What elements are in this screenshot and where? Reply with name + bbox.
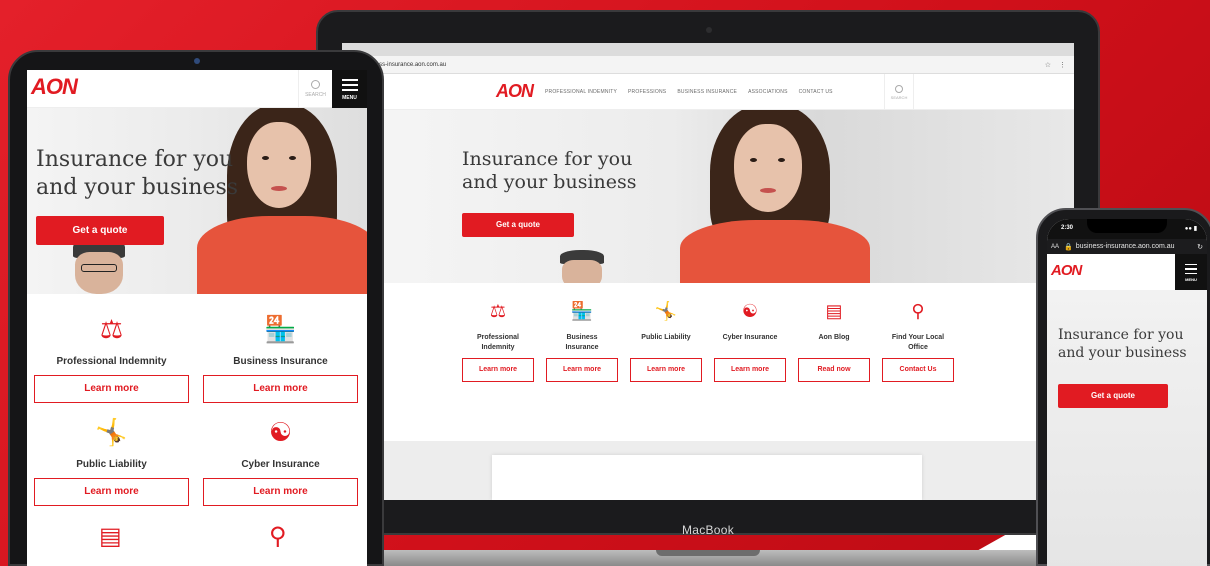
storefront-icon: 🏪 bbox=[264, 314, 297, 344]
search-label: SEARCH bbox=[305, 92, 326, 98]
learn-more-cyber-insurance[interactable]: Learn more bbox=[203, 478, 358, 506]
gavel-document-icon: ⚖ bbox=[99, 314, 124, 344]
feature-grid: ⚖ Professional Indemnity Learn more 🏪 Bus… bbox=[342, 283, 1074, 453]
tablet-header: AON SEARCH MENU bbox=[27, 70, 367, 108]
chat-bubble-icon: ▤ bbox=[825, 301, 843, 321]
laptop-notch bbox=[656, 550, 760, 556]
menu-button[interactable]: MENU bbox=[332, 70, 367, 108]
text-size-button[interactable]: AA bbox=[1051, 244, 1059, 250]
hero-title: Insurance for you and your business bbox=[462, 148, 637, 193]
site-header: AON PROFESSIONAL INDEMNITY PROFESSIONS B… bbox=[342, 74, 1074, 110]
gavel-document-icon: ⚖ bbox=[489, 301, 507, 321]
hero-title: Insurance for you and your business bbox=[36, 147, 239, 200]
nav-associations[interactable]: ASSOCIATIONS bbox=[748, 89, 788, 95]
learn-more-cyber-insurance[interactable]: Learn more bbox=[714, 358, 786, 382]
phone-device: 2:30 ●● ▮ AA 🔒 business-insurance.aon.co… bbox=[1036, 208, 1210, 566]
circuit-icon: ☯ bbox=[268, 417, 293, 447]
hero-man-photo bbox=[67, 238, 131, 294]
laptop-device: 🔒 business-insurance.aon.com.au ☆ ⋮ AON … bbox=[296, 10, 1120, 566]
get-quote-button[interactable]: Get a quote bbox=[36, 216, 164, 245]
hamburger-icon bbox=[341, 79, 358, 81]
signal-wifi-battery-icon: ●● ▮ bbox=[1184, 226, 1197, 232]
feature-aon-blog: ▤ Aon Blog Read now bbox=[798, 301, 870, 382]
aon-logo[interactable]: AON bbox=[1051, 262, 1082, 279]
learn-more-professional-indemnity[interactable]: Learn more bbox=[462, 358, 534, 382]
hamburger-icon bbox=[1185, 263, 1197, 266]
browser-address-bar[interactable]: 🔒 business-insurance.aon.com.au ☆ ⋮ bbox=[342, 56, 1074, 74]
get-quote-button[interactable]: Get a quote bbox=[1058, 384, 1168, 408]
feature-public-liability: 🤸 Public Liability Learn more bbox=[34, 417, 189, 506]
status-time: 2:30 bbox=[1061, 225, 1074, 231]
phone-address-bar[interactable]: AA 🔒 business-insurance.aon.com.au ↻ bbox=[1047, 239, 1207, 254]
content-card bbox=[492, 455, 922, 500]
search-icon bbox=[311, 80, 320, 89]
chat-bubble-icon: ▤ bbox=[99, 523, 122, 550]
star-icon[interactable]: ☆ bbox=[1045, 61, 1051, 69]
menu-label: MENU bbox=[342, 94, 357, 101]
hero-man-photo bbox=[552, 250, 612, 283]
aon-logo[interactable]: AON bbox=[496, 81, 534, 102]
browser-tab-strip bbox=[342, 43, 1074, 56]
learn-more-public-liability[interactable]: Learn more bbox=[630, 358, 702, 382]
learn-more-business-insurance[interactable]: Learn more bbox=[546, 358, 618, 382]
feature-cyber-insurance: ☯ Cyber Insurance Learn more bbox=[203, 417, 358, 506]
search-label: SEARCH bbox=[890, 94, 908, 100]
search-button[interactable]: SEARCH bbox=[884, 74, 914, 110]
phone-screen: 2:30 ●● ▮ AA 🔒 business-insurance.aon.co… bbox=[1047, 219, 1207, 566]
more-vert-icon[interactable]: ⋮ bbox=[1059, 61, 1066, 69]
feature-public-liability: 🤸 Public Liability Learn more bbox=[630, 301, 702, 382]
search-icon bbox=[895, 84, 903, 93]
lock-icon: 🔒 bbox=[1064, 243, 1073, 251]
tablet-device: AON SEARCH MENU Insurance for you and yo… bbox=[8, 50, 384, 566]
feature-find-office: ⚲ Find Your Local Office Contact Us bbox=[882, 301, 954, 382]
phone-hero-banner: Insurance for you and your business Get … bbox=[1047, 290, 1207, 566]
hero-woman-photo bbox=[660, 110, 880, 283]
feature-professional-indemnity: ⚖ Professional Indemnity Learn more bbox=[34, 314, 189, 403]
learn-more-public-liability[interactable]: Learn more bbox=[34, 478, 189, 506]
address-url[interactable]: business-insurance.aon.com.au bbox=[361, 62, 1036, 68]
nav-contact-us[interactable]: CONTACT US bbox=[799, 89, 833, 95]
hero-banner: Insurance for you and your business Get … bbox=[342, 110, 1074, 283]
feature-cyber-insurance: ☯ Cyber Insurance Learn more bbox=[714, 301, 786, 382]
laptop-screen: 🔒 business-insurance.aon.com.au ☆ ⋮ AON … bbox=[342, 43, 1074, 500]
learn-more-business-insurance[interactable]: Learn more bbox=[203, 375, 358, 403]
phone-status-bar: 2:30 ●● ▮ bbox=[1047, 219, 1207, 239]
address-url[interactable]: business-insurance.aon.com.au bbox=[1076, 243, 1175, 250]
contact-us-button[interactable]: Contact Us bbox=[882, 358, 954, 382]
circuit-icon: ☯ bbox=[741, 301, 759, 321]
nav-professional-indemnity[interactable]: PROFESSIONAL INDEMNITY bbox=[545, 89, 617, 95]
reload-icon[interactable]: ↻ bbox=[1197, 243, 1203, 251]
nav-professions[interactable]: PROFESSIONS bbox=[628, 89, 666, 95]
feature-business-insurance: 🏪 Business Insurance Learn more bbox=[546, 301, 618, 382]
hero-title: Insurance for you and your business bbox=[1058, 327, 1187, 361]
tablet-screen: AON SEARCH MENU Insurance for you and yo… bbox=[27, 70, 367, 566]
feature-business-insurance: 🏪 Business Insurance Learn more bbox=[203, 314, 358, 403]
storefront-icon: 🏪 bbox=[570, 301, 594, 321]
phone-header: AON MENU bbox=[1047, 254, 1207, 290]
learn-more-professional-indemnity[interactable]: Learn more bbox=[34, 375, 189, 403]
slip-fall-icon: 🤸 bbox=[654, 301, 678, 321]
feature-professional-indemnity: ⚖ Professional Indemnity Learn more bbox=[462, 301, 534, 382]
read-now-button[interactable]: Read now bbox=[798, 358, 870, 382]
search-button[interactable]: SEARCH bbox=[298, 70, 332, 108]
get-quote-button[interactable]: Get a quote bbox=[462, 213, 574, 237]
laptop-camera bbox=[706, 27, 712, 33]
laptop-brand-label: MacBook bbox=[681, 523, 735, 537]
map-pin-icon: ⚲ bbox=[911, 301, 925, 321]
tablet-feature-grid: ⚖ Professional Indemnity Learn more 🏪 Bu… bbox=[27, 294, 367, 566]
phone-notch bbox=[1087, 219, 1167, 233]
aon-logo[interactable]: AON bbox=[31, 74, 78, 100]
nav-business-insurance[interactable]: BUSINESS INSURANCE bbox=[677, 89, 737, 95]
map-pin-icon: ⚲ bbox=[269, 523, 287, 550]
slip-fall-icon: 🤸 bbox=[95, 417, 128, 447]
menu-button[interactable]: MENU bbox=[1175, 254, 1207, 290]
tablet-hero-banner: Insurance for you and your business Get … bbox=[27, 108, 367, 294]
tablet-camera bbox=[194, 58, 200, 64]
menu-label: MENU bbox=[1185, 276, 1197, 282]
